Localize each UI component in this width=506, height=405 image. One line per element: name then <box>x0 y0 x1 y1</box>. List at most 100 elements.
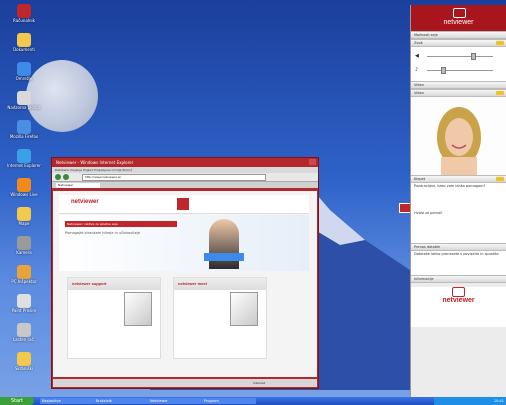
app-icon <box>17 91 31 105</box>
desktop-icon[interactable]: Mozilla Firefox <box>4 120 44 139</box>
app-icon <box>17 178 31 192</box>
desktop-icon[interactable]: Paint Prosim <box>4 294 44 313</box>
app-icon <box>17 236 31 250</box>
banner-red-bar: Netviewer: rešitve za spletne seje <box>65 221 177 227</box>
product-title: netviewer support <box>68 278 160 290</box>
product-box <box>124 292 152 326</box>
close-icon[interactable] <box>309 159 316 165</box>
product-support[interactable]: netviewer support <box>67 277 161 359</box>
taskbar-item[interactable]: Netviewer <box>148 398 202 404</box>
site-header: netviewer <box>59 195 309 214</box>
netviewer-panel: netviewer Možnosti seje Zvok ◀ ♪ Video V… <box>410 5 506 397</box>
video-area <box>411 97 506 175</box>
monitor-icon <box>453 8 466 18</box>
desktop-icon-label: Kamera <box>16 250 32 255</box>
tab-netviewer[interactable]: Netviewer <box>56 183 100 188</box>
browser-titlebar[interactable]: Netviewer - Windows Internet Explorer <box>52 158 318 167</box>
toggle-icon[interactable] <box>496 41 504 45</box>
app-icon <box>17 352 31 366</box>
monitor-icon <box>452 287 465 297</box>
desktop-icon-label: Računalnik <box>13 18 35 23</box>
site-logo: netviewer <box>71 199 99 205</box>
app-icon <box>17 120 31 134</box>
app-icon <box>17 62 31 76</box>
section-camera[interactable]: Video <box>411 89 506 97</box>
desktop-icon[interactable]: Omrežje <box>4 62 44 81</box>
app-icon <box>17 33 31 47</box>
panel-header: netviewer <box>411 5 506 31</box>
section-audio[interactable]: Zvok <box>411 39 506 47</box>
app-icon <box>17 207 31 221</box>
taskbar-item[interactable]: Program <box>202 398 256 404</box>
forward-icon[interactable] <box>63 174 69 180</box>
browser-title: Netviewer - Windows Internet Explorer <box>56 160 134 165</box>
desktop-icon-label: Lasten rač. <box>12 337 36 342</box>
desktop-icon-label: Internet Explorer <box>7 163 41 168</box>
site-banner: Netviewer: rešitve za spletne seje Pomag… <box>59 215 309 271</box>
mic-slider[interactable] <box>427 67 493 74</box>
browser-tabs: Netviewer <box>52 182 318 188</box>
desktop-icon-label: Mape <box>18 221 30 226</box>
site-nav-block[interactable] <box>177 198 189 210</box>
browser-window: Netviewer - Windows Internet Explorer Da… <box>51 157 319 389</box>
taskbar-item[interactable]: Nastavitve <box>40 398 94 404</box>
desktop-icon-label: Paint Prosim <box>11 308 37 313</box>
desktop: Računalnik Dokumenti Omrežje Nadzorna plošč… <box>0 0 506 405</box>
chat-line: Pozdravljeni, kako vam lahko pomagam? <box>414 184 486 188</box>
desktop-icon[interactable]: Skrbniški <box>4 352 44 371</box>
desktop-icon[interactable]: PC Inšpektor <box>4 265 44 284</box>
section-file[interactable]: Prenos datotek <box>411 243 506 251</box>
banner-person <box>209 219 239 269</box>
file-area: Datoteke lahko prenesete s povlecite in … <box>411 251 506 275</box>
audio-controls: ◀ ♪ <box>411 47 506 81</box>
banner-button[interactable] <box>204 253 244 261</box>
browser-toolbar: http://www.netviewer.si/ <box>52 173 318 182</box>
desktop-icon[interactable]: Internet Explorer <box>4 149 44 168</box>
desktop-icon-label: Dokumenti <box>13 47 35 52</box>
address-bar[interactable]: http://www.netviewer.si/ <box>82 174 266 181</box>
footer-logo: netviewer <box>442 297 475 304</box>
app-icon <box>17 294 31 308</box>
desktop-icon-label: Nadzorna plošča <box>7 105 41 110</box>
chat-area: Pozdravljeni, kako vam lahko pomagam? Hv… <box>411 183 506 243</box>
desktop-icon[interactable]: Računalnik <box>4 4 44 23</box>
product-meet[interactable]: netviewer meet <box>173 277 267 359</box>
back-icon[interactable] <box>55 174 61 180</box>
taskbar: Start Nastavitve Brskalnik Netviewer Pro… <box>0 397 506 405</box>
start-button[interactable]: Start <box>0 397 34 405</box>
system-tray: 10:41 <box>434 397 506 405</box>
section-info[interactable]: Informacije <box>411 275 506 283</box>
volume-slider[interactable] <box>427 53 493 60</box>
app-icon <box>17 149 31 163</box>
desktop-icon-label: Mozilla Firefox <box>9 134 39 139</box>
desktop-icon[interactable]: Windows Live <box>4 178 44 197</box>
panel-logo: netviewer <box>443 19 474 26</box>
desktop-icon-label: Windows Live <box>10 192 38 197</box>
chat-line: Hvala za pomoč. <box>414 210 444 215</box>
app-icon <box>17 265 31 279</box>
taskbar-item[interactable]: Brskalnik <box>94 398 148 404</box>
avatar <box>411 97 506 175</box>
web-page: netviewer Netviewer: rešitve za spletne … <box>53 191 317 377</box>
section-session[interactable]: Možnosti seje <box>411 31 506 39</box>
desktop-icon[interactable]: Nadzorna plošča <box>4 91 44 110</box>
desktop-icon-label: Skrbniški <box>14 366 34 371</box>
app-icon <box>17 323 31 337</box>
info-area: netviewer <box>411 287 506 327</box>
browser-statusbar: Internet <box>53 379 317 387</box>
section-chat[interactable]: Klepet <box>411 175 506 183</box>
desktop-icon-label: PC Inšpektor <box>11 279 37 284</box>
clock: 10:41 <box>493 399 504 403</box>
product-title: netviewer meet <box>174 278 266 290</box>
desktop-icon-label: Omrežje <box>15 76 33 81</box>
product-box <box>230 292 258 326</box>
desktop-icon[interactable]: Lasten rač. <box>4 323 44 342</box>
toggle-icon[interactable] <box>496 177 504 181</box>
app-icon <box>17 4 31 18</box>
desktop-icon[interactable]: Kamera <box>4 236 44 255</box>
toggle-icon[interactable] <box>496 91 504 95</box>
desktop-icon[interactable]: Dokumenti <box>4 33 44 52</box>
section-video[interactable]: Video <box>411 81 506 89</box>
banner-headline: Pomagajte strankam hitreje in učinkovite… <box>65 231 140 235</box>
desktop-icon[interactable]: Mape <box>4 207 44 226</box>
